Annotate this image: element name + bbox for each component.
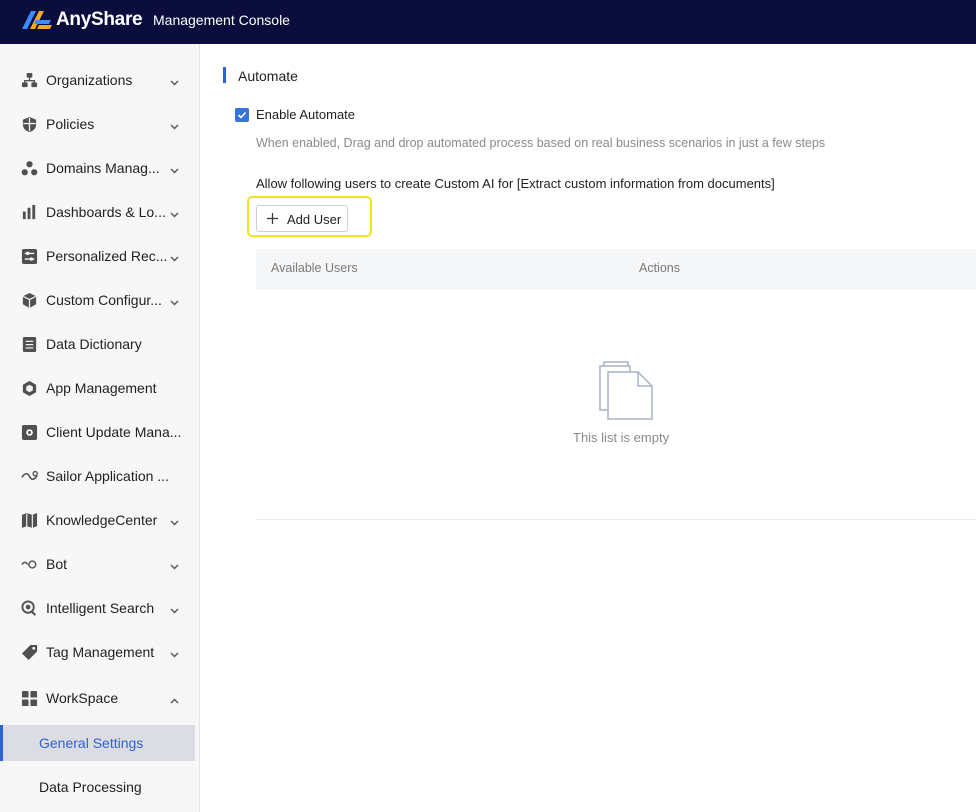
users-table-header: Available Users Actions [256,249,976,290]
sidebar-item-label: Dashboards & Lo... [46,204,166,220]
checkmark-icon [237,111,247,119]
sidebar-item-label: Policies [46,116,95,132]
bar-chart-icon [20,203,38,221]
enable-automate-label[interactable]: Enable Automate [256,107,355,122]
sidebar-item-label: Bot [46,556,68,572]
sidebar-item-label: Data Dictionary [46,336,142,352]
sidebar-item-workspace[interactable]: WorkSpace [0,676,200,720]
sidebar-item-personalized-rec[interactable]: Personalized Rec... [0,234,200,278]
add-user-button[interactable]: Add User [256,205,348,232]
cube-icon [20,291,38,309]
sidebar-item-dashboards[interactable]: Dashboards & Lo... [0,190,200,234]
console-title: Management Console [153,12,290,28]
sidebar-item-app-management[interactable]: App Management [0,366,200,410]
table-bottom-divider [256,519,976,520]
sidebar-item-policies[interactable]: Policies [0,102,200,146]
sidebar-item-label: Personalized Rec... [46,248,168,264]
add-user-label: Add User [287,212,342,227]
chevron-down-icon [169,163,180,174]
hexagon-icon [20,379,38,397]
sidebar-item-intelligent-search[interactable]: Intelligent Search [0,586,200,630]
chevron-down-icon [169,119,180,130]
sidebar-item-domains[interactable]: Domains Manag... [0,146,200,190]
top-header: AnyShare Management Console [0,0,976,44]
sidebar-subitem-label: General Settings [39,735,144,751]
sidebar-subitem-data-processing[interactable]: Data Processing [0,769,195,805]
empty-list-text: This list is empty [573,430,670,445]
sailor-icon [20,467,38,485]
chevron-down-icon [169,207,180,218]
sidebar-item-label: Tag Management [46,644,155,660]
client-update-icon [20,423,38,441]
org-chart-icon [20,71,38,89]
sidebar-item-label: Organizations [46,72,133,88]
chevron-down-icon [169,647,180,658]
sidebar-item-custom-config[interactable]: Custom Configur... [0,278,200,322]
sidebar-item-label: Domains Manag... [46,160,160,176]
grid-icon [20,689,38,707]
sidebar-item-data-dictionary[interactable]: Data Dictionary [0,322,200,366]
empty-list-icon [599,361,653,420]
anyshare-logo[interactable]: AnyShare [22,9,143,31]
chevron-down-icon [169,603,180,614]
sidebar-item-label: Client Update Mana... [46,424,182,440]
sidebar-item-label: App Management [46,380,157,396]
sidebar-item-client-update[interactable]: Client Update Mana... [0,410,200,454]
chevron-down-icon [169,295,180,306]
brand-name: AnyShare [56,9,143,30]
enable-automate-checkbox[interactable] [235,108,249,122]
chevron-down-icon [169,251,180,262]
sidebar-item-organizations[interactable]: Organizations [0,58,200,102]
chevron-up-icon [169,693,180,704]
sidebar-item-bot[interactable]: Bot [0,542,200,586]
section-accent-bar [223,67,226,83]
column-header-available-users: Available Users [271,261,358,275]
bot-icon [20,555,38,573]
sidebar-item-sailor-application[interactable]: Sailor Application ... [0,454,200,498]
search-icon [20,599,38,617]
sidebar-subitem-label: Data Processing [39,779,142,795]
book-icon [20,335,38,353]
sidebar-subitem-general-settings[interactable]: General Settings [0,725,195,761]
sidebar-item-tag-management[interactable]: Tag Management [0,630,200,674]
tag-icon [20,643,38,661]
automate-hint: When enabled, Drag and drop automated pr… [256,136,826,150]
allow-users-text: Allow following users to create Custom A… [256,176,775,191]
shield-icon [20,115,38,133]
chevron-down-icon [169,559,180,570]
anyshare-logo-icon [22,11,52,29]
sidebar-item-knowledgecenter[interactable]: KnowledgeCenter [0,498,200,542]
sliders-icon [20,247,38,265]
section-title: Automate [238,68,298,84]
plus-icon [266,212,279,225]
sidebar: Organizations Policies Domains Manag... … [0,44,200,812]
chevron-down-icon [169,515,180,526]
domains-icon [20,159,38,177]
sidebar-item-label: Custom Configur... [46,292,162,308]
map-icon [20,511,38,529]
column-header-actions: Actions [639,261,680,275]
sidebar-item-label: Sailor Application ... [46,468,169,484]
chevron-down-icon [169,75,180,86]
sidebar-item-label: Intelligent Search [46,600,155,616]
sidebar-item-label: KnowledgeCenter [46,512,158,528]
sidebar-item-label: WorkSpace [46,690,119,706]
